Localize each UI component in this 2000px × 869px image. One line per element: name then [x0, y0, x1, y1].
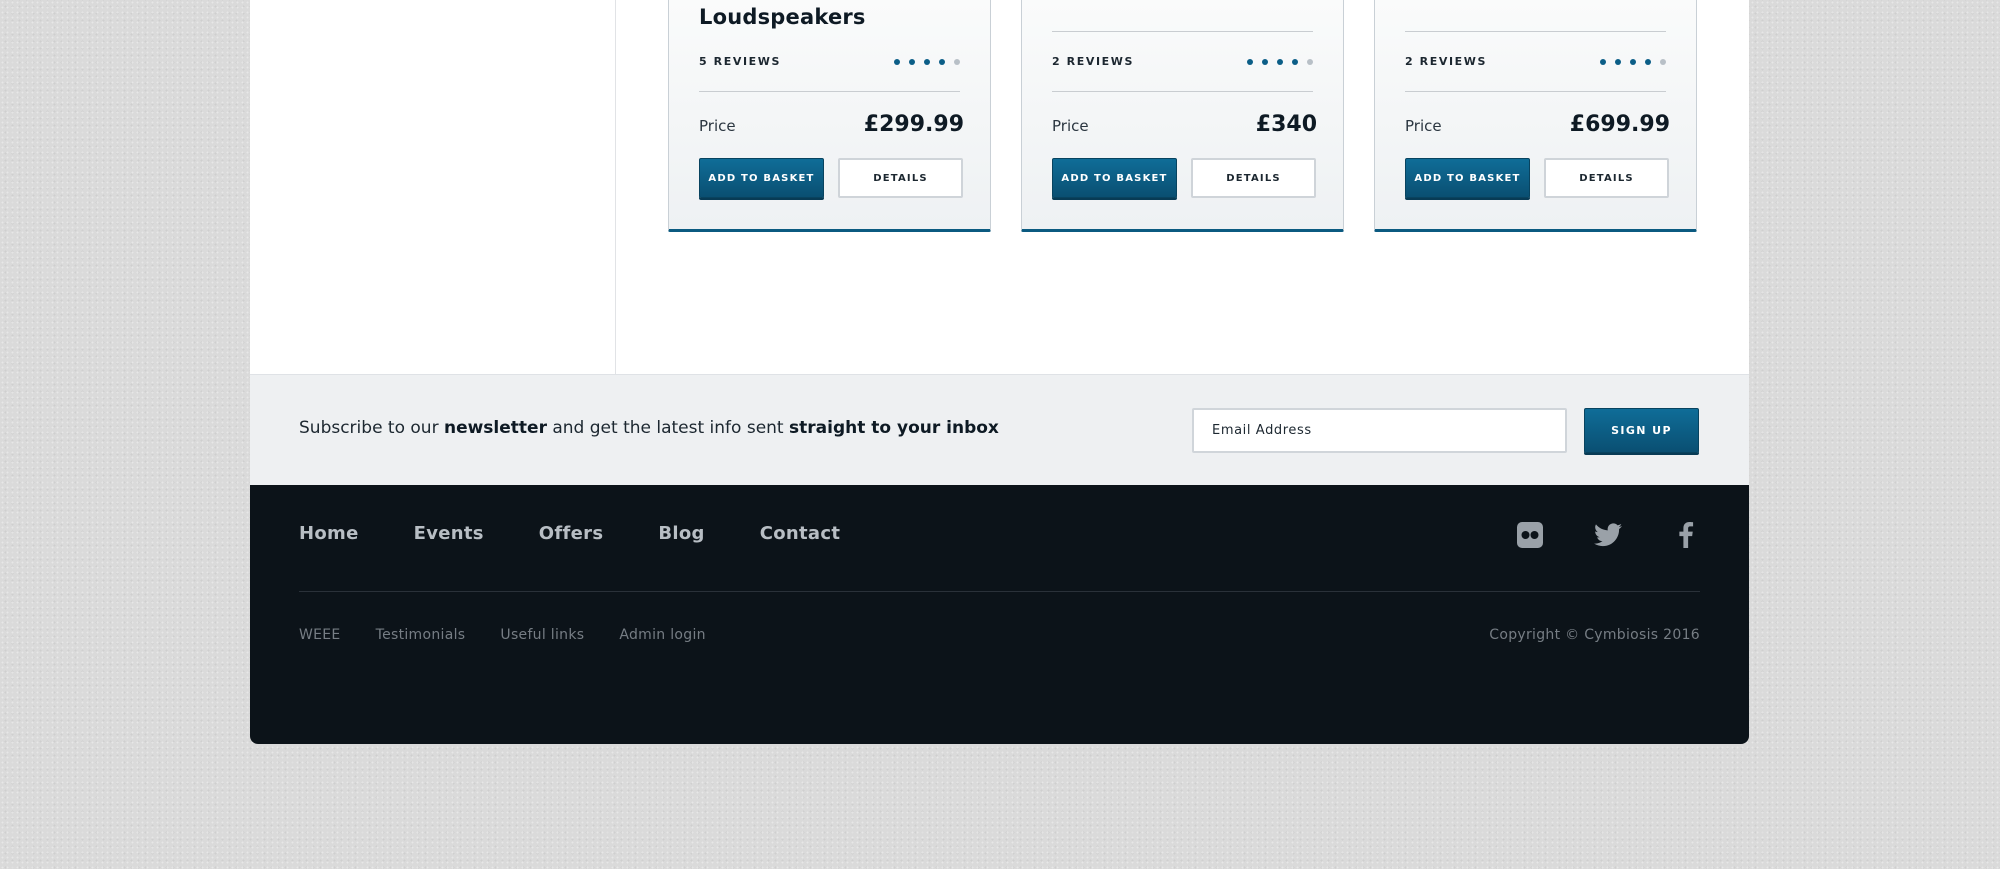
rating-dot — [1645, 59, 1651, 65]
page-wrapper: Loudspeakers 5 REVIEWS Price £299.99 ADD… — [250, 0, 1749, 744]
review-count[interactable]: 2 REVIEWS — [1405, 55, 1487, 68]
rating-dot — [1615, 59, 1621, 65]
rating-dots — [1247, 59, 1313, 65]
newsletter-text-bold: straight to your inbox — [789, 418, 999, 438]
divider — [1052, 91, 1313, 92]
social-links — [1516, 521, 1700, 549]
price-value: £699.99 — [1569, 112, 1670, 137]
rating-dots — [894, 59, 960, 65]
divider — [699, 91, 960, 92]
footer-sub-links: WEEE Testimonials Useful links Admin log… — [299, 627, 741, 643]
rating-dot — [894, 59, 900, 65]
flickr-icon[interactable] — [1516, 521, 1544, 549]
main-content: Loudspeakers 5 REVIEWS Price £299.99 ADD… — [250, 0, 1749, 375]
newsletter-text: Subscribe to our newsletter and get the … — [299, 418, 999, 438]
rating-dot — [909, 59, 915, 65]
price-label: Price — [1052, 117, 1089, 135]
rating-dot — [1307, 59, 1313, 65]
sidebar — [250, 0, 616, 374]
details-button[interactable]: DETAILS — [1191, 158, 1316, 198]
divider — [1405, 91, 1666, 92]
facebook-icon[interactable] — [1672, 521, 1700, 549]
footer-link-admin-login[interactable]: Admin login — [619, 627, 705, 643]
newsletter-text-bold: newsletter — [443, 418, 547, 438]
copyright-text: Copyright © Cymbiosis 2016 — [1489, 627, 1700, 643]
footer-nav-home[interactable]: Home — [299, 523, 359, 544]
footer-link-testimonials[interactable]: Testimonials — [376, 627, 466, 643]
price-value: £340 — [1255, 112, 1317, 137]
rating-dot — [1247, 59, 1253, 65]
rating-dots — [1600, 59, 1666, 65]
add-to-basket-button[interactable]: ADD TO BASKET — [1405, 158, 1530, 198]
twitter-icon[interactable] — [1594, 521, 1622, 549]
footer-nav-events[interactable]: Events — [414, 523, 484, 544]
rating-dot — [1262, 59, 1268, 65]
product-title[interactable]: Loudspeakers — [699, 5, 866, 29]
details-button[interactable]: DETAILS — [838, 158, 963, 198]
rating-dot — [1292, 59, 1298, 65]
rating-dot — [1660, 59, 1666, 65]
footer-nav: Home Events Offers Blog Contact — [299, 523, 895, 544]
rating-dot — [1630, 59, 1636, 65]
rating-dot — [1600, 59, 1606, 65]
newsletter-bar: Subscribe to our newsletter and get the … — [250, 375, 1749, 485]
footer-nav-blog[interactable]: Blog — [658, 523, 704, 544]
product-card: Loudspeakers 5 REVIEWS Price £299.99 ADD… — [668, 0, 991, 232]
footer-link-weee[interactable]: WEEE — [299, 627, 341, 643]
product-card: 2 REVIEWS Price £699.99 ADD TO BASKET DE… — [1374, 0, 1697, 232]
price-label: Price — [699, 117, 736, 135]
newsletter-text-part: Subscribe to our — [299, 418, 444, 438]
footer: Home Events Offers Blog Contact WEEE Tes… — [250, 485, 1749, 744]
footer-nav-contact[interactable]: Contact — [760, 523, 841, 544]
review-count[interactable]: 5 REVIEWS — [699, 55, 781, 68]
add-to-basket-button[interactable]: ADD TO BASKET — [699, 158, 824, 198]
product-card: 2 REVIEWS Price £340 ADD TO BASKET DETAI… — [1021, 0, 1344, 232]
footer-link-useful-links[interactable]: Useful links — [500, 627, 584, 643]
footer-nav-offers[interactable]: Offers — [539, 523, 604, 544]
add-to-basket-button[interactable]: ADD TO BASKET — [1052, 158, 1177, 198]
rating-dot — [924, 59, 930, 65]
rating-dot — [954, 59, 960, 65]
review-count[interactable]: 2 REVIEWS — [1052, 55, 1134, 68]
details-button[interactable]: DETAILS — [1544, 158, 1669, 198]
sign-up-button[interactable]: SIGN UP — [1584, 408, 1699, 453]
newsletter-text-part: and get the latest info sent — [546, 418, 790, 438]
rating-dot — [1277, 59, 1283, 65]
email-field[interactable] — [1192, 408, 1567, 453]
divider — [1405, 31, 1666, 32]
price-label: Price — [1405, 117, 1442, 135]
footer-divider — [299, 591, 1700, 592]
divider — [1052, 31, 1313, 32]
rating-dot — [939, 59, 945, 65]
price-value: £299.99 — [863, 112, 964, 137]
